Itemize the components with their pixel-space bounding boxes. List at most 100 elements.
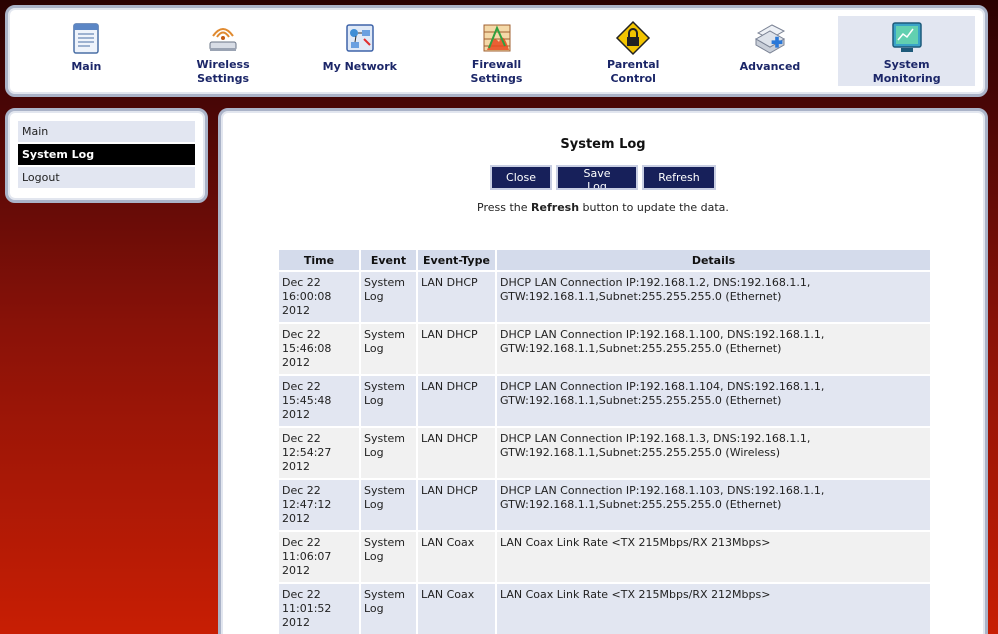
cell-event: System Log: [361, 324, 416, 374]
time-year: 2012: [282, 460, 310, 473]
event-line2: Log: [364, 394, 384, 407]
cell-details: DHCP LAN Connection IP:192.168.1.104, DN…: [497, 376, 930, 426]
time-date: Dec 22: [282, 536, 321, 549]
refresh-button[interactable]: Refresh: [642, 165, 716, 190]
event-line1: System: [364, 484, 406, 497]
cell-time: Dec 22 15:45:48 2012: [279, 376, 359, 426]
side-menu: Main System Log Logout: [5, 108, 208, 203]
top-navigation: Main Wireless Settings My Network Firewa…: [5, 5, 988, 97]
cell-time: Dec 22 12:47:12 2012: [279, 480, 359, 530]
table-row: Dec 22 15:46:08 2012 System Log LAN DHCP DH…: [279, 324, 930, 374]
nav-my-network[interactable]: My Network: [291, 16, 428, 86]
event-line2: Log: [364, 550, 384, 563]
time-year: 2012: [282, 356, 310, 369]
event-line1: System: [364, 536, 406, 549]
hint-text-post: button to update the data.: [579, 201, 729, 214]
my-network-icon: [341, 20, 379, 58]
table-row: Dec 22 15:45:48 2012 System Log LAN DHCP DH…: [279, 376, 930, 426]
nav-label: My Network: [322, 60, 397, 73]
time-clock: 11:06:07: [282, 550, 332, 563]
cell-event: System Log: [361, 532, 416, 582]
details-line2: GTW:192.168.1.1,Subnet:255.255.255.0 (Et…: [500, 342, 782, 355]
table-row: Dec 22 11:01:52 2012 System Log LAN Coax LA…: [279, 584, 930, 634]
table-header-row: Time Event Event-Type Details: [279, 250, 930, 270]
time-clock: 15:45:48: [282, 394, 332, 407]
cell-time: Dec 22 11:06:07 2012: [279, 532, 359, 582]
details-line1: DHCP LAN Connection IP:192.168.1.103, DN…: [500, 484, 825, 497]
time-year: 2012: [282, 304, 310, 317]
sidebar-item-logout[interactable]: Logout: [18, 167, 195, 188]
event-line1: System: [364, 432, 406, 445]
cell-time: Dec 22 11:01:52 2012: [279, 584, 359, 634]
sidebar-item-system-log[interactable]: System Log: [18, 144, 195, 165]
hint-text-pre: Press the: [477, 201, 532, 214]
hint-text-bold: Refresh: [531, 201, 580, 214]
nav-label: Parental Control: [607, 58, 660, 85]
nav-wireless-settings[interactable]: Wireless Settings: [155, 16, 292, 86]
main-page-icon: [67, 20, 105, 58]
wireless-router-icon: [204, 20, 242, 56]
cell-details: LAN Coax Link Rate <TX 215Mbps/RX 213Mbp…: [497, 532, 930, 582]
cell-event-type: LAN Coax: [418, 584, 495, 634]
close-button[interactable]: Close: [490, 165, 552, 190]
nav-firewall-settings[interactable]: Firewall Settings: [428, 16, 565, 86]
cell-event-type: LAN DHCP: [418, 428, 495, 478]
cell-event-type: LAN DHCP: [418, 324, 495, 374]
time-date: Dec 22: [282, 484, 321, 497]
time-year: 2012: [282, 616, 310, 629]
time-date: Dec 22: [282, 432, 321, 445]
event-line2: Log: [364, 446, 384, 459]
page-title: System Log: [560, 137, 646, 152]
cell-details: DHCP LAN Connection IP:192.168.1.2, DNS:…: [497, 272, 930, 322]
time-clock: 15:46:08: [282, 342, 332, 355]
details-line2: GTW:192.168.1.1,Subnet:255.255.255.0 (Et…: [500, 290, 782, 303]
time-date: Dec 22: [282, 328, 321, 341]
time-clock: 12:54:27: [282, 446, 332, 459]
cell-details: DHCP LAN Connection IP:192.168.1.3, DNS:…: [497, 428, 930, 478]
main-panel: System Log Close Save Log Refresh Press …: [218, 108, 988, 634]
table-row: Dec 22 12:54:27 2012 System Log LAN DHCP DH…: [279, 428, 930, 478]
cell-event: System Log: [361, 480, 416, 530]
time-date: Dec 22: [282, 380, 321, 393]
event-line1: System: [364, 380, 406, 393]
table-row: Dec 22 12:47:12 2012 System Log LAN DHCP DH…: [279, 480, 930, 530]
column-header-event-type: Event-Type: [418, 250, 495, 270]
nav-label: Advanced: [739, 60, 801, 73]
nav-label: Firewall Settings: [470, 58, 523, 85]
nav-advanced[interactable]: Advanced: [702, 16, 839, 86]
time-year: 2012: [282, 564, 310, 577]
nav-main[interactable]: Main: [18, 16, 155, 86]
cell-event: System Log: [361, 272, 416, 322]
nav-label: Wireless Settings: [196, 58, 250, 85]
time-date: Dec 22: [282, 276, 321, 289]
nav-system-monitoring[interactable]: System Monitoring: [838, 16, 976, 86]
event-line2: Log: [364, 602, 384, 615]
nav-label: System Monitoring: [872, 58, 941, 85]
save-log-button[interactable]: Save Log: [556, 165, 638, 193]
time-year: 2012: [282, 408, 310, 421]
details-line1: DHCP LAN Connection IP:192.168.1.2, DNS:…: [500, 276, 811, 289]
cell-event-type: LAN DHCP: [418, 272, 495, 322]
sidebar-item-main[interactable]: Main: [18, 121, 195, 142]
details-line2: GTW:192.168.1.1,Subnet:255.255.255.0 (Et…: [500, 394, 782, 407]
event-line2: Log: [364, 498, 384, 511]
time-clock: 11:01:52: [282, 602, 332, 615]
action-buttons: Close Save Log Refresh: [221, 165, 985, 193]
parental-control-lock-icon: [614, 20, 652, 56]
cell-event-type: LAN DHCP: [418, 480, 495, 530]
column-header-event: Event: [361, 250, 416, 270]
time-date: Dec 22: [282, 588, 321, 601]
refresh-hint: Press the Refresh button to update the d…: [221, 201, 985, 214]
time-clock: 16:00:08: [282, 290, 332, 303]
cell-time: Dec 22 16:00:08 2012: [279, 272, 359, 322]
cell-event-type: LAN DHCP: [418, 376, 495, 426]
cell-event: System Log: [361, 428, 416, 478]
event-line2: Log: [364, 290, 384, 303]
system-log-table: Time Event Event-Type Details Dec 22 16:0…: [277, 248, 932, 634]
system-monitoring-icon: [888, 20, 926, 56]
table-row: Dec 22 16:00:08 2012 System Log LAN DHCP DH…: [279, 272, 930, 322]
advanced-scanner-icon: [751, 20, 789, 58]
column-header-time: Time: [279, 250, 359, 270]
time-clock: 12:47:12: [282, 498, 332, 511]
nav-parental-control[interactable]: Parental Control: [565, 16, 702, 86]
